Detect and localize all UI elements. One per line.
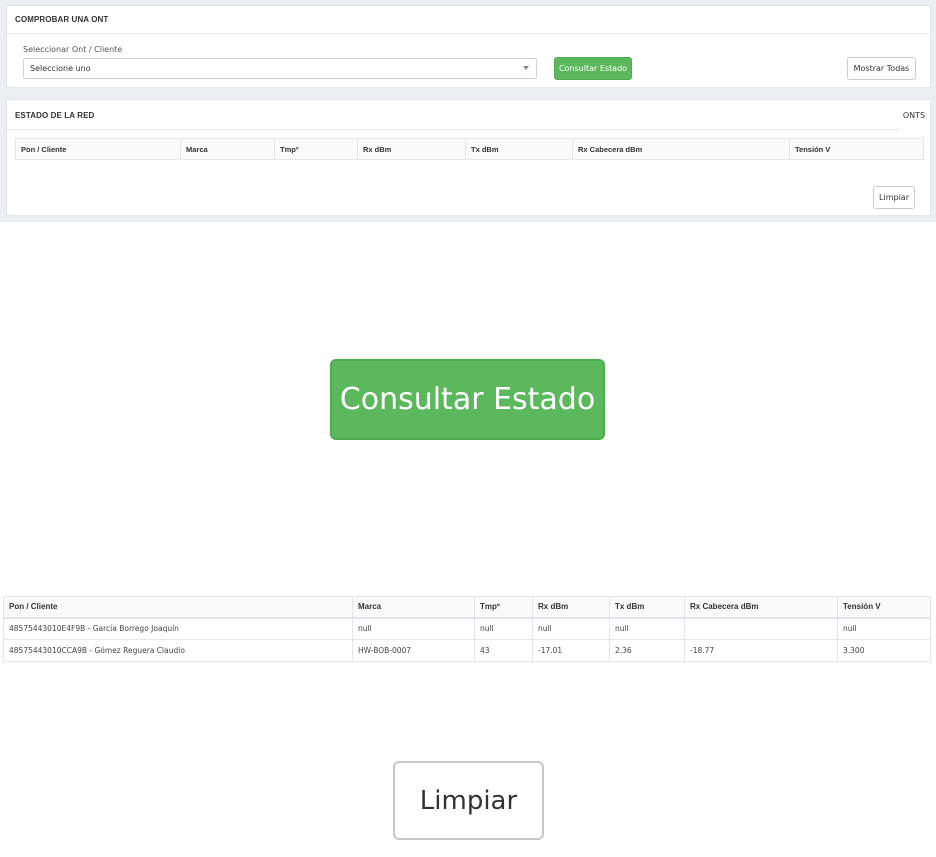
column-header-rx-head-dbm[interactable]: Rx Cabecera dBm [684,596,838,619]
check-ont-panel: COMPROBAR UNA ONT Seleccionar Ont / Clie… [6,5,931,88]
select-ont-label: Seleccionar Ont / Cliente [23,45,123,54]
column-header-tx-dbm[interactable]: Tx dBm [609,596,685,619]
cell-pon-client: 48575443010CCA9B - Gómez Reguera Claudio [3,639,353,662]
cell-tx-dbm: 2.36 [609,639,685,662]
column-header-temperature[interactable]: Tmpº [474,596,533,619]
table-row[interactable]: 48575443010CCA9B - Gómez Reguera Claudio… [3,639,931,662]
tab-onts[interactable]: ONTS [898,100,930,130]
clear-button-zoomed[interactable]: Limpiar [393,761,544,840]
ont-client-select-value: Seleccione uno [30,64,91,73]
cell-temperature: 43 [474,639,533,662]
cell-voltage: 3.300 [837,639,931,662]
cell-rx-head-dbm [684,617,838,640]
column-header-rx-dbm[interactable]: Rx dBm [357,138,466,160]
column-header-temperature[interactable]: Tmpº [274,138,358,160]
consult-status-button[interactable]: Consultar Estado [554,57,632,80]
column-header-brand[interactable]: Marca [180,138,275,160]
ont-client-select[interactable]: Seleccione uno [23,58,537,79]
check-ont-panel-title: COMPROBAR UNA ONT [15,15,109,24]
cell-pon-client: 48575443010E4F9B - García Borrego Joaquí… [3,617,353,640]
column-header-voltage[interactable]: Tensión V [789,138,924,160]
check-ont-panel-header: COMPROBAR UNA ONT [7,6,930,34]
cell-rx-dbm: -17.01 [532,639,610,662]
table-header-row: Pon / Cliente Marca Tmpº Rx dBm Tx dBm R… [15,138,924,160]
cell-tx-dbm: null [609,617,685,640]
chevron-down-icon [523,66,529,70]
show-all-button[interactable]: Mostrar Todas [847,57,916,80]
column-header-brand[interactable]: Marca [352,596,475,619]
column-header-voltage[interactable]: Tensión V [837,596,931,619]
column-header-pon-client[interactable]: Pon / Cliente [15,138,181,160]
cell-temperature: null [474,617,533,640]
cell-brand: null [352,617,475,640]
cell-brand: HW-BOB-0007 [352,639,475,662]
column-header-pon-client[interactable]: Pon / Cliente [3,596,353,619]
network-status-panel-title: ESTADO DE LA RED [15,110,95,120]
clear-button[interactable]: Limpiar [873,186,915,209]
network-status-panel: ESTADO DE LA RED ONTS Pon / Cliente Marc… [6,99,931,216]
table-row[interactable]: 48575443010E4F9B - García Borrego Joaquí… [3,617,931,640]
column-header-rx-head-dbm[interactable]: Rx Cabecera dBm [572,138,790,160]
column-header-rx-dbm[interactable]: Rx dBm [532,596,610,619]
results-table: Pon / Cliente Marca Tmpº Rx dBm Tx dBm R… [3,596,931,662]
consult-status-button-zoomed[interactable]: Consultar Estado [330,359,605,440]
cell-rx-head-dbm: -18.77 [684,639,838,662]
network-status-table: Pon / Cliente Marca Tmpº Rx dBm Tx dBm R… [15,138,924,160]
cell-rx-dbm: null [532,617,610,640]
network-status-panel-header: ESTADO DE LA RED [7,100,930,130]
table-header-row: Pon / Cliente Marca Tmpº Rx dBm Tx dBm R… [3,596,931,619]
cell-voltage: null [837,617,931,640]
tab-divider [7,129,900,130]
column-header-tx-dbm[interactable]: Tx dBm [465,138,573,160]
